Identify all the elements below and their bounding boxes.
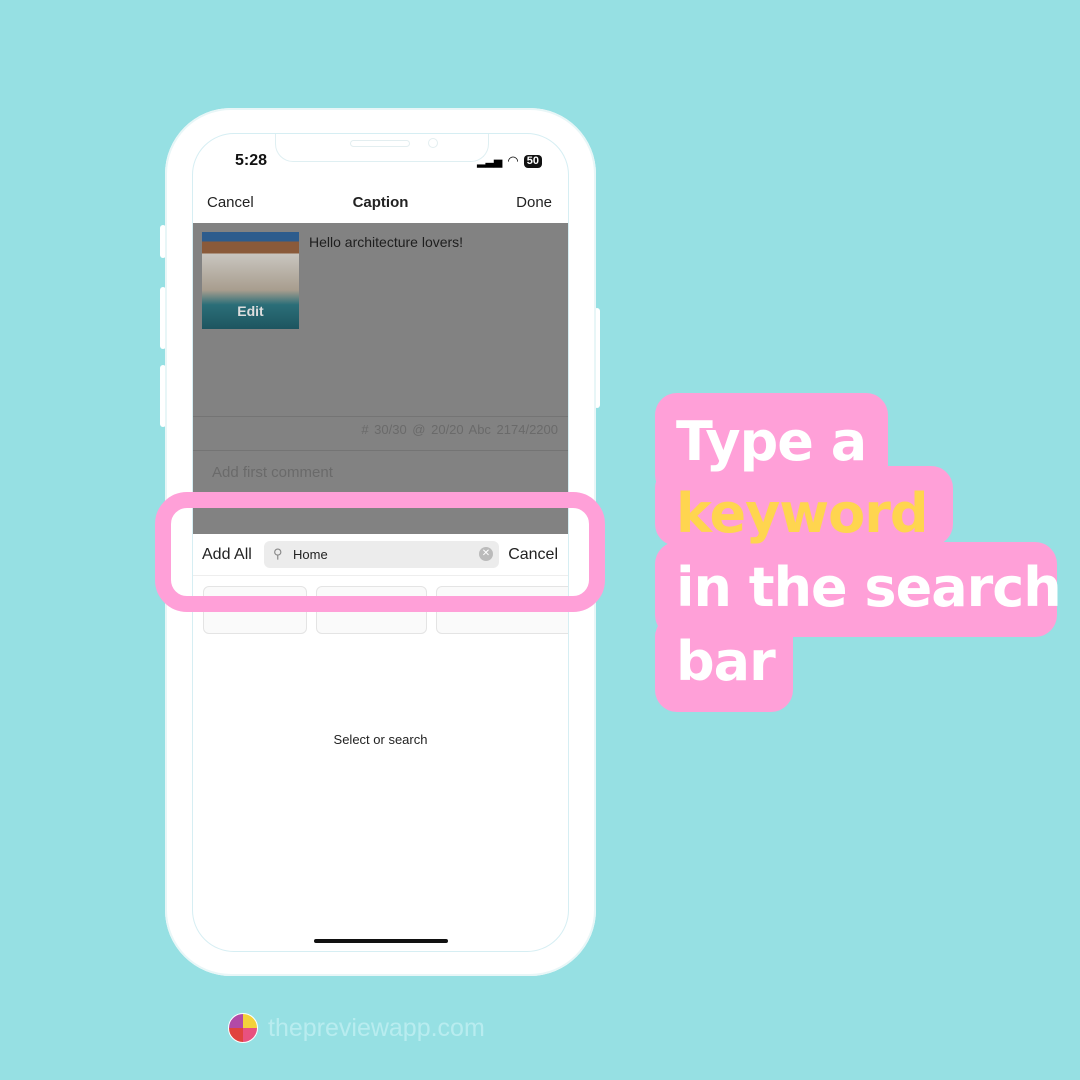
notch (275, 134, 489, 162)
edit-label: Edit (237, 303, 264, 319)
callout-line-1: Type a (676, 410, 867, 473)
done-button[interactable]: Done (516, 194, 552, 211)
divider (193, 416, 568, 417)
wifi-icon: ◠ (507, 153, 519, 168)
signal-icon: ▂▃▅ (477, 155, 503, 168)
page-title: Caption (352, 194, 409, 211)
callout-keyword: keyword (676, 482, 929, 545)
highlight-box (155, 492, 605, 612)
speaker (350, 140, 410, 147)
first-comment-input[interactable]: Add first comment (212, 464, 333, 481)
character-counts: # 30/30 @ 20/20 Abc 2174/2200 (361, 422, 558, 437)
divider (193, 450, 568, 451)
callout-line-3: in the search (676, 556, 1062, 619)
empty-state-text: Select or search (333, 732, 428, 747)
callout-line-4: bar (676, 630, 776, 693)
home-indicator (314, 939, 448, 943)
status-icons: ▂▃▅ ◠ 50 (477, 153, 542, 169)
footer: thepreviewapp.com (228, 1013, 485, 1043)
status-time: 5:28 (235, 152, 268, 169)
caption-text[interactable]: Hello architecture lovers! (309, 234, 463, 250)
preview-app-logo-icon (228, 1013, 258, 1043)
camera (428, 138, 438, 148)
nav-bar: Cancel Caption Done (193, 192, 568, 222)
post-thumbnail[interactable]: Edit (202, 232, 299, 329)
footer-site: thepreviewapp.com (268, 1013, 485, 1042)
battery-icon: 50 (523, 154, 542, 168)
dimmed-caption-area: Edit Hello architecture lovers! # 30/30 … (193, 223, 568, 534)
